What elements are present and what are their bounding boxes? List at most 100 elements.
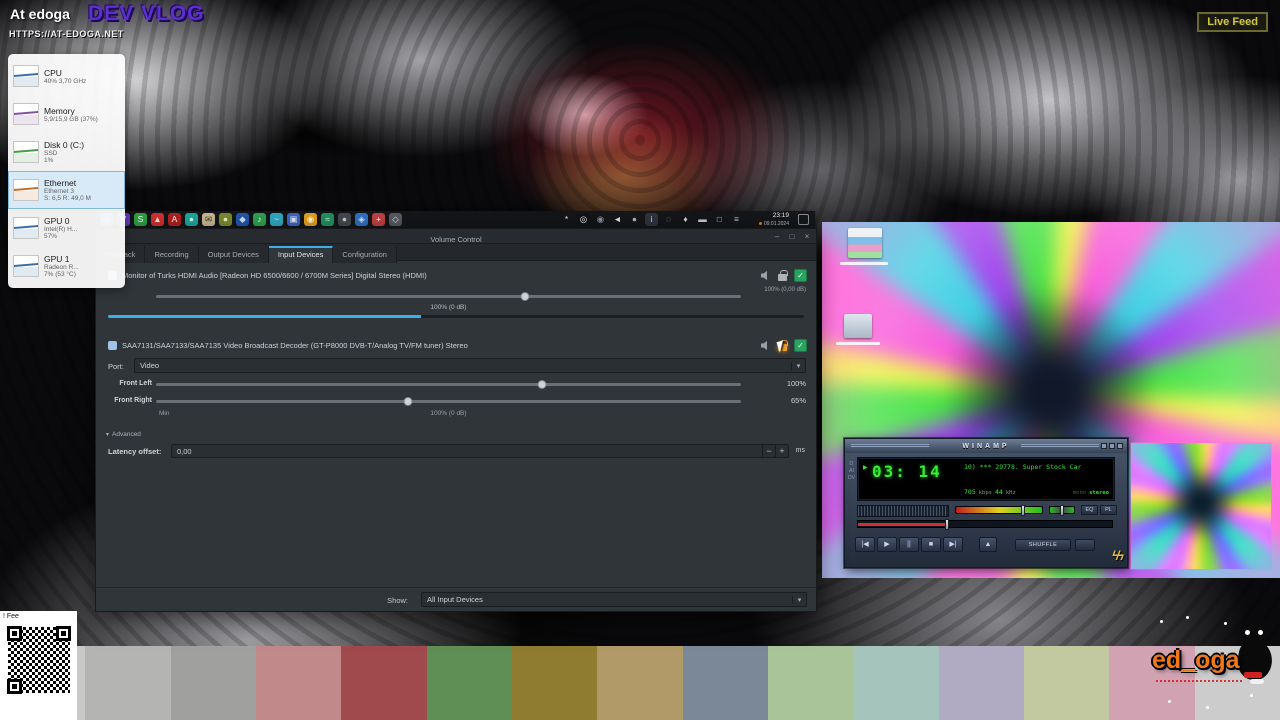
tray-icon[interactable]: ✉ bbox=[202, 213, 215, 226]
seek-slider[interactable] bbox=[857, 519, 1113, 530]
brand-text: At edoga bbox=[10, 6, 70, 22]
playlist-button[interactable]: PL bbox=[1100, 505, 1117, 515]
tray-icon[interactable]: ◆ bbox=[236, 213, 249, 226]
spin-increase-button[interactable]: + bbox=[775, 445, 788, 457]
system-monitor-widget: CPU 40% 3,70 GHz Memory 5,9/15,9 GB (37%) … bbox=[8, 54, 125, 288]
tray-icon[interactable]: + bbox=[372, 213, 385, 226]
winamp-titlebar[interactable]: WINAMP bbox=[845, 439, 1127, 453]
latency-spinbox[interactable]: 0,00 − + bbox=[171, 444, 789, 458]
tray-icon[interactable]: ≈ bbox=[321, 213, 334, 226]
taskbar: ◎VS▲A●✉●◆♪~▣◉≈●◈+◇ *◎◉◄●i◌♦▬□≡ 23:19 09.… bbox=[95, 211, 815, 228]
desktop-icon[interactable] bbox=[844, 314, 872, 338]
color-bar bbox=[938, 646, 1024, 720]
tray-icon[interactable]: ◎ bbox=[577, 213, 590, 226]
tray-icon[interactable]: * bbox=[560, 213, 573, 226]
desktop-icon[interactable] bbox=[848, 228, 882, 258]
monitor-item-cpu[interactable]: CPU 40% 3,70 GHz bbox=[8, 57, 125, 95]
qr-panel: ! Fee bbox=[0, 611, 77, 720]
tray-icon[interactable]: ◉ bbox=[304, 213, 317, 226]
stop-button[interactable]: ■ bbox=[921, 537, 941, 552]
window-titlebar[interactable]: Volume Control – □ × bbox=[96, 229, 816, 244]
close-button[interactable]: × bbox=[802, 232, 812, 241]
maximize-button[interactable]: □ bbox=[787, 232, 797, 241]
tray-icon[interactable]: ◄ bbox=[611, 213, 624, 226]
tray-icon[interactable]: ~ bbox=[270, 213, 283, 226]
tray-icons-left: ◎VS▲A●✉●◆♪~▣◉≈●◈+◇ bbox=[100, 213, 402, 226]
tray-icon[interactable]: ◉ bbox=[594, 213, 607, 226]
window-title: Volume Control bbox=[430, 235, 482, 244]
desktop-icon-label bbox=[836, 342, 880, 345]
tray-icon[interactable]: □ bbox=[713, 213, 726, 226]
color-bar bbox=[170, 646, 256, 720]
panel-toggle-icon[interactable] bbox=[798, 214, 809, 225]
channel-value: 100% bbox=[786, 379, 806, 388]
taskbar-clock[interactable]: 23:19 09.01.2024 bbox=[758, 212, 789, 227]
lock-channels-icon[interactable] bbox=[778, 270, 788, 281]
port-dropdown[interactable]: Video ▾ bbox=[134, 358, 806, 373]
screen: WINAMP OAIDV ▶ 03: 14 10) *** 29778. Sup… bbox=[0, 0, 1280, 720]
color-bar bbox=[341, 646, 427, 720]
eq-button[interactable]: EQ bbox=[1081, 505, 1098, 515]
minimize-button[interactable]: – bbox=[772, 232, 782, 241]
set-default-button[interactable]: ✓ bbox=[794, 339, 807, 352]
winamp-window-buttons[interactable] bbox=[1101, 443, 1123, 449]
winamp-title: WINAMP bbox=[962, 442, 1010, 450]
tray-icons-right: * ◎ ◉ ◄ ● i ◌ ♦ ▬ □ ≡ bbox=[560, 213, 743, 226]
tray-icon[interactable]: ● bbox=[338, 213, 351, 226]
tray-icon[interactable]: ● bbox=[628, 213, 641, 226]
spin-decrease-button[interactable]: − bbox=[762, 445, 775, 457]
slider-handle[interactable] bbox=[403, 396, 413, 406]
tray-icon[interactable]: ▲ bbox=[151, 213, 164, 226]
volume-slider[interactable] bbox=[955, 505, 1043, 516]
pause-button[interactable]: || bbox=[899, 537, 919, 552]
monitor-item-gpu1[interactable]: GPU 1 Radeon R... 7% (53 °C) bbox=[8, 247, 125, 285]
device-volume-slider[interactable] bbox=[156, 291, 741, 301]
color-bar bbox=[426, 646, 512, 720]
qr-code bbox=[5, 624, 73, 696]
winamp-skin-art bbox=[857, 505, 949, 517]
balance-slider[interactable] bbox=[1049, 505, 1075, 516]
monitor-item-disk[interactable]: Disk 0 (C:) SSD 1% bbox=[8, 133, 125, 171]
tray-icon[interactable]: S bbox=[134, 213, 147, 226]
eject-button[interactable]: ▲ bbox=[979, 537, 997, 552]
tray-icon[interactable]: i bbox=[645, 213, 658, 226]
tray-icon[interactable]: ● bbox=[219, 213, 232, 226]
winamp-lightning-icon: ϟϟ bbox=[1112, 548, 1124, 563]
color-bar bbox=[767, 646, 854, 720]
color-bar bbox=[255, 646, 342, 720]
winamp-clutterbar[interactable]: OAIDV bbox=[848, 461, 855, 482]
input-devices-panel: Monitor of Turks HDMI Audio [Radeon HD 6… bbox=[96, 261, 816, 587]
tray-icon[interactable]: ◇ bbox=[389, 213, 402, 226]
latency-unit: ms bbox=[795, 447, 805, 454]
next-button[interactable]: ▶| bbox=[943, 537, 963, 552]
monitor-item-memory[interactable]: Memory 5,9/15,9 GB (37%) bbox=[8, 95, 125, 133]
tray-icon[interactable]: A bbox=[168, 213, 181, 226]
desktop-icon-label bbox=[840, 262, 888, 265]
shuffle-button[interactable]: SHUFFLE bbox=[1015, 539, 1071, 551]
tray-icon[interactable]: ♪ bbox=[253, 213, 266, 226]
clock-date: 09.01.2024 bbox=[763, 220, 789, 227]
channel-volume-slider[interactable] bbox=[156, 379, 741, 389]
tray-icon[interactable]: ● bbox=[185, 213, 198, 226]
tray-icon[interactable]: ◈ bbox=[355, 213, 368, 226]
mute-icon[interactable] bbox=[760, 270, 771, 281]
previous-button[interactable]: |◀ bbox=[855, 537, 875, 552]
monitor-item-ethernet[interactable]: Ethernet Ethernet 3 S: 6,5 R: 49,0 M bbox=[8, 171, 125, 209]
slider-handle[interactable] bbox=[537, 379, 547, 389]
advanced-expander[interactable]: ▾ Advanced bbox=[106, 431, 141, 438]
gpu1-graph bbox=[13, 255, 39, 277]
slider-handle[interactable] bbox=[520, 291, 530, 301]
play-button[interactable]: ▶ bbox=[877, 537, 897, 552]
show-filter-dropdown[interactable]: All Input Devices ▾ bbox=[421, 592, 807, 607]
monitor-item-gpu0[interactable]: GPU 0 Intel(R) H... 57% bbox=[8, 209, 125, 247]
tray-icon[interactable]: ♦ bbox=[679, 213, 692, 226]
tray-icon[interactable]: ◌ bbox=[662, 213, 675, 226]
set-default-button[interactable]: ✓ bbox=[794, 269, 807, 282]
tray-icon[interactable]: ▬ bbox=[696, 213, 709, 226]
mute-icon[interactable] bbox=[760, 340, 771, 351]
channel-label: Front Right bbox=[114, 397, 152, 404]
repeat-button[interactable] bbox=[1075, 539, 1095, 551]
channel-volume-slider[interactable] bbox=[156, 396, 741, 406]
tray-icon[interactable]: ▣ bbox=[287, 213, 300, 226]
tray-icon[interactable]: ≡ bbox=[730, 213, 743, 226]
